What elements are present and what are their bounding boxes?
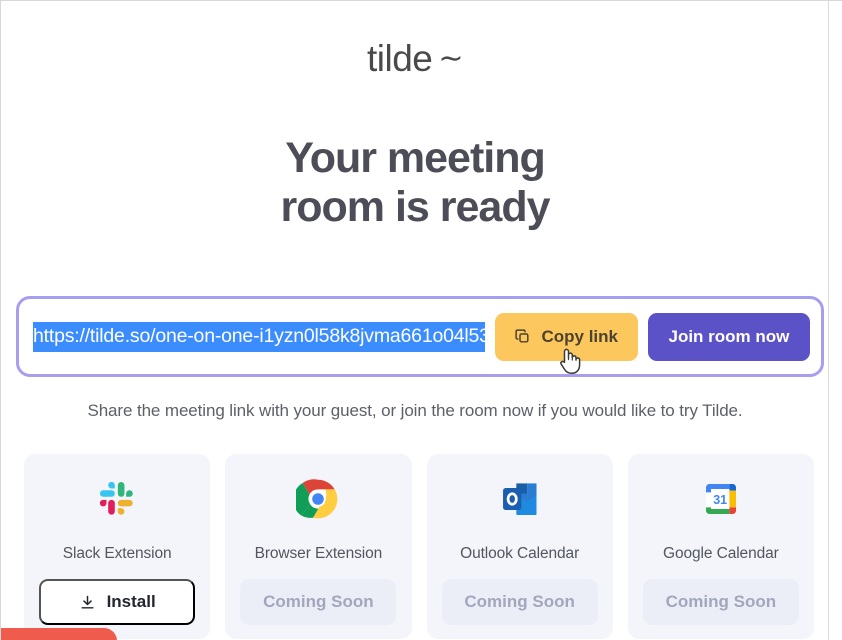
chrome-icon bbox=[294, 475, 342, 523]
download-icon bbox=[79, 594, 96, 611]
copy-icon bbox=[514, 328, 531, 345]
coral-accent-bar bbox=[1, 628, 117, 640]
outlook-coming-soon-badge: Coming Soon bbox=[441, 579, 598, 625]
meeting-link-bar: https://tilde.so/one-on-one-i1yzn0l58k8j… bbox=[16, 296, 824, 377]
integration-cards: Slack Extension Install Browser Extensio… bbox=[24, 454, 814, 639]
integration-card-outlook[interactable]: Outlook Calendar Coming Soon bbox=[426, 454, 613, 639]
svg-text:31: 31 bbox=[713, 493, 727, 507]
browser-viewport: tilde ∼ Your meeting room is ready https:… bbox=[0, 0, 842, 640]
slack-icon bbox=[93, 475, 141, 523]
copy-link-button-label: Copy link bbox=[541, 326, 618, 346]
integration-card-slack[interactable]: Slack Extension Install bbox=[24, 454, 211, 639]
brand-name: tilde bbox=[366, 38, 433, 79]
join-room-button-label: Join room now bbox=[668, 326, 790, 346]
outlook-coming-soon-label: Coming Soon bbox=[464, 592, 575, 611]
integration-card-label: Outlook Calendar bbox=[460, 545, 580, 562]
copy-link-button[interactable]: Copy link bbox=[494, 312, 638, 361]
outlook-icon bbox=[496, 475, 544, 523]
install-slack-button-label: Install bbox=[106, 592, 156, 611]
viewport-right-rule bbox=[828, 1, 829, 640]
integration-card-label: Google Calendar bbox=[663, 545, 779, 562]
meeting-link-value[interactable]: https://tilde.so/one-on-one-i1yzn0l58k8j… bbox=[33, 321, 485, 352]
google-calendar-coming-soon-badge: Coming Soon bbox=[642, 579, 799, 625]
integration-card-label: Slack Extension bbox=[62, 545, 172, 562]
page-title-line-2: room is ready bbox=[280, 183, 551, 231]
meeting-link-bar-inner: https://tilde.so/one-on-one-i1yzn0l58k8j… bbox=[19, 299, 821, 374]
meeting-link-input[interactable]: https://tilde.so/one-on-one-i1yzn0l58k8j… bbox=[33, 321, 485, 352]
brand-logo: tilde ∼ bbox=[2, 38, 828, 80]
meeting-room-ready-page: tilde ∼ Your meeting room is ready https:… bbox=[1, 2, 828, 640]
integration-card-google-calendar[interactable]: 31 Google Calendar Coming Soon bbox=[627, 454, 814, 639]
install-slack-button[interactable]: Install bbox=[39, 579, 196, 625]
tilde-glyph-icon: ∼ bbox=[438, 42, 464, 75]
integration-card-browser[interactable]: Browser Extension Coming Soon bbox=[225, 454, 412, 639]
page-title: Your meeting room is ready bbox=[2, 134, 828, 232]
integration-card-label: Browser Extension bbox=[254, 545, 383, 562]
browser-coming-soon-badge: Coming Soon bbox=[240, 579, 397, 625]
join-room-button[interactable]: Join room now bbox=[647, 312, 810, 361]
share-instructions: Share the meeting link with your guest, … bbox=[87, 401, 743, 420]
page-title-line-1: Your meeting bbox=[285, 134, 546, 182]
brand-logo-text: tilde ∼ bbox=[366, 38, 464, 80]
google-calendar-icon: 31 bbox=[697, 475, 745, 523]
browser-coming-soon-label: Coming Soon bbox=[263, 592, 374, 611]
google-calendar-coming-soon-label: Coming Soon bbox=[665, 592, 777, 611]
